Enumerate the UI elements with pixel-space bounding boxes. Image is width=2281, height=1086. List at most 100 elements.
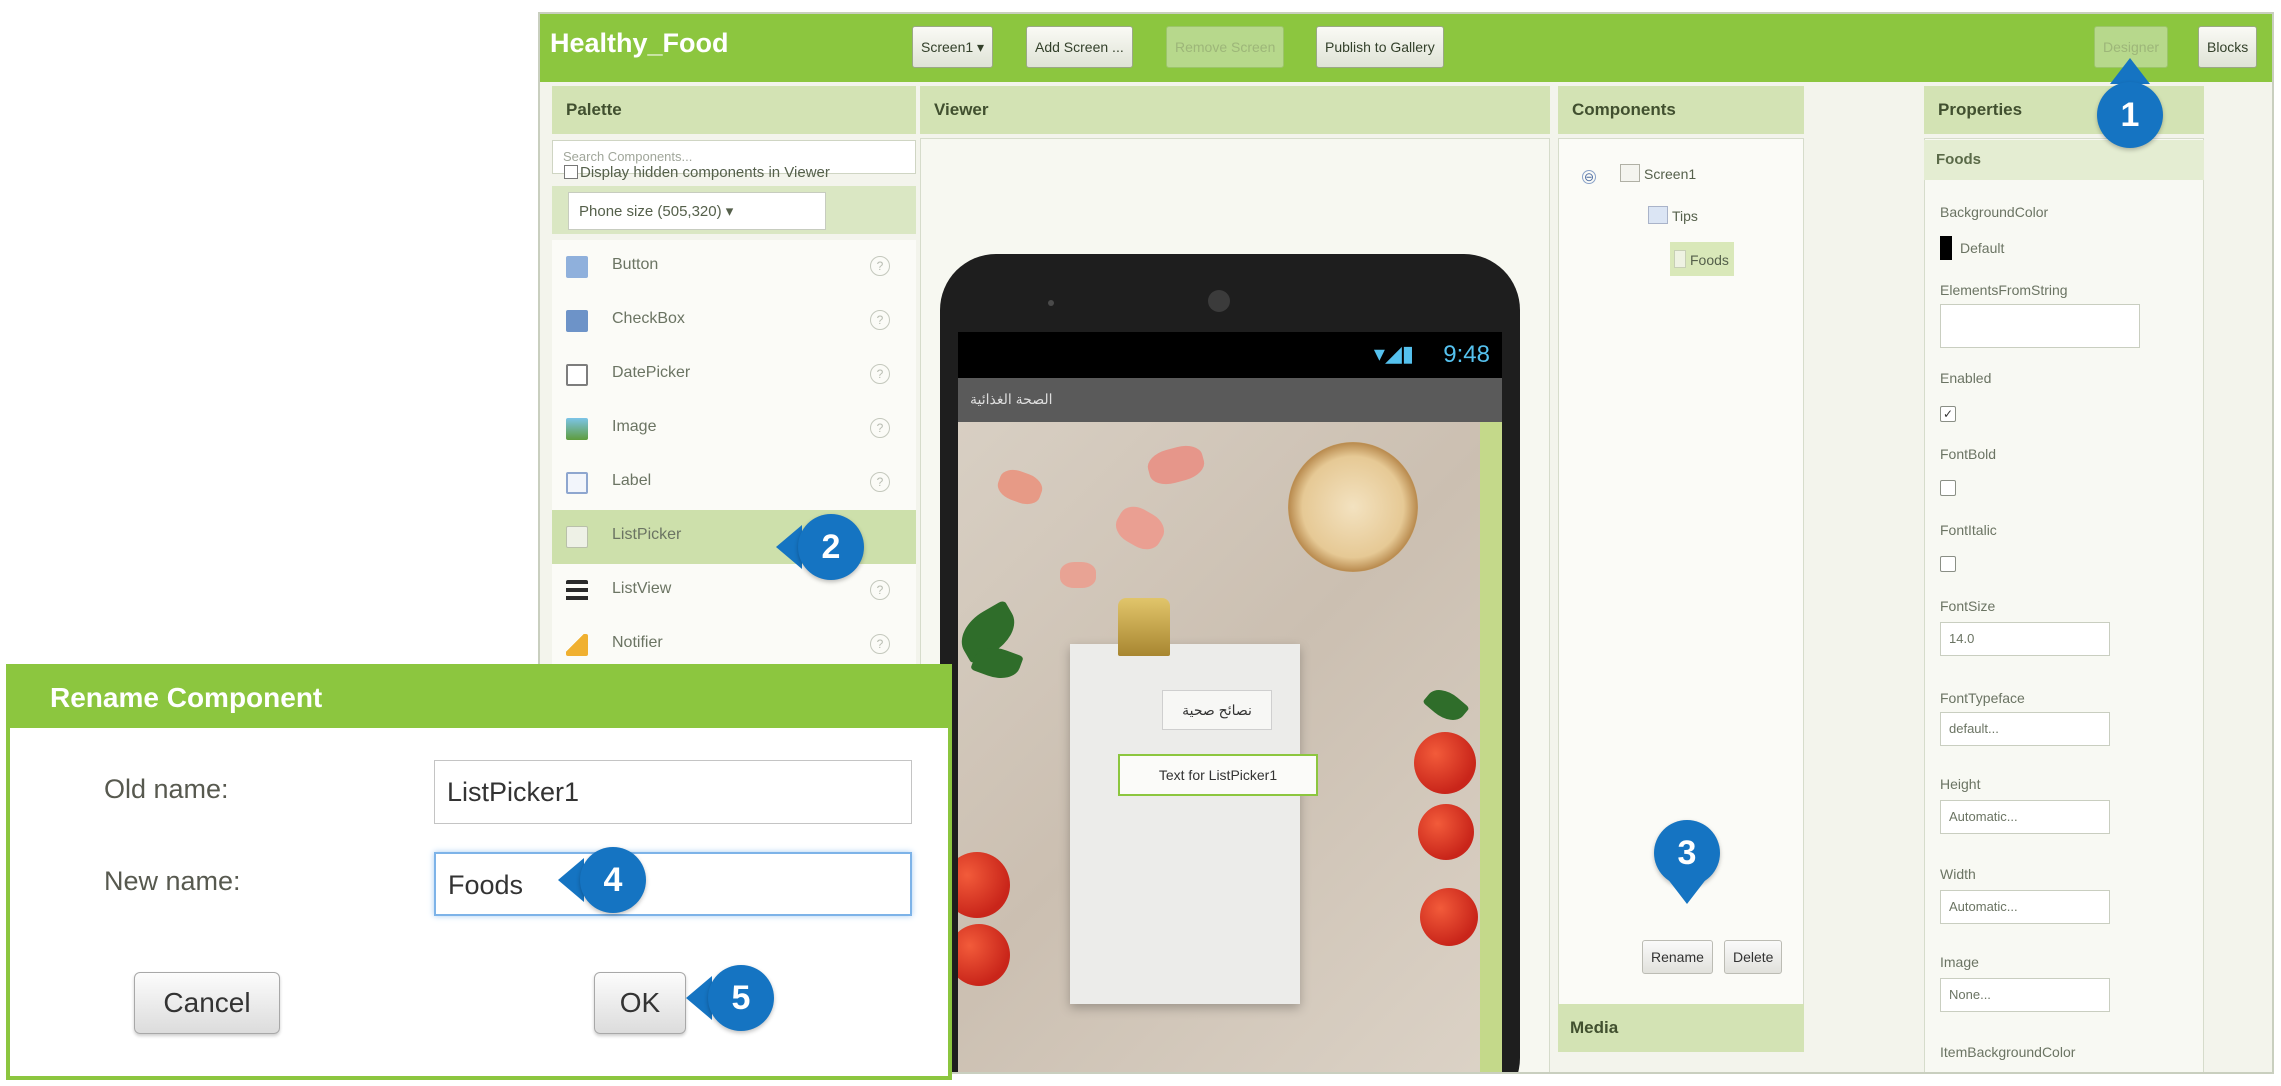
rename-button[interactable]: Rename xyxy=(1642,940,1713,974)
ok-button[interactable]: OK xyxy=(594,972,686,1034)
palette-item-label: DatePicker xyxy=(612,364,691,381)
palette-item-label: Image xyxy=(612,418,657,435)
tree-node-label: Foods xyxy=(1690,252,1729,268)
tree-node-tips[interactable]: Tips xyxy=(1648,206,1698,224)
shallot-piece-image xyxy=(994,465,1046,509)
palette-list: Button ? CheckBox ? DatePicker ? Image ?… xyxy=(552,240,916,700)
callout-2: 2 xyxy=(798,514,864,580)
remove-screen-button[interactable]: Remove Screen xyxy=(1166,26,1285,68)
clipboard-clip-image xyxy=(1118,598,1170,656)
cancel-button[interactable]: Cancel xyxy=(134,972,280,1034)
fontsize-field[interactable]: 14.0 xyxy=(1940,622,2110,656)
speaker-icon xyxy=(1208,290,1230,312)
prop-label: Enabled xyxy=(1940,370,1992,386)
phone-preview: ▾◢▮ 9:48 الصحة الغذائية نصائح صحية Text … xyxy=(940,254,1520,1072)
image-icon xyxy=(566,418,588,440)
display-hidden-checkbox[interactable]: Display hidden components in Viewer xyxy=(564,164,830,181)
new-name-field[interactable]: Foods xyxy=(434,852,912,916)
palette-item-listview[interactable]: ListView ? xyxy=(552,564,916,618)
help-icon[interactable]: ? xyxy=(870,364,890,384)
notifier-icon xyxy=(566,634,588,656)
help-icon[interactable]: ? xyxy=(870,634,890,654)
prop-label: FontSize xyxy=(1940,598,1996,614)
height-field[interactable]: Automatic... xyxy=(1940,800,2110,834)
collapse-toggle-icon[interactable]: ⊖ xyxy=(1582,170,1596,184)
help-icon[interactable]: ? xyxy=(870,310,890,330)
display-hidden-label: Display hidden components in Viewer xyxy=(580,164,830,181)
palette-item-label[interactable]: Label ? xyxy=(552,456,916,510)
callout-pointer xyxy=(2110,58,2150,84)
viewer-header: Viewer xyxy=(920,86,1550,134)
prop-value[interactable]: Default xyxy=(1960,240,2004,256)
enabled-checkbox[interactable]: ✓ xyxy=(1940,406,1956,422)
add-screen-button[interactable]: Add Screen ... xyxy=(1026,26,1133,68)
screen-select-button[interactable]: Screen1 ▾ xyxy=(912,26,994,68)
fontitalic-checkbox[interactable] xyxy=(1940,556,1956,572)
palette-item-label: CheckBox xyxy=(612,310,685,327)
width-field[interactable]: Automatic... xyxy=(1940,890,2110,924)
palette-item-button[interactable]: Button ? xyxy=(552,240,916,294)
tree-node-label: Tips xyxy=(1672,208,1698,224)
phone-screen-background: نصائح صحية Text for ListPicker1 xyxy=(958,422,1502,1072)
prop-label: FontBold xyxy=(1940,446,1997,462)
palette-header: Palette xyxy=(552,86,916,134)
tomato-image xyxy=(958,852,1010,918)
prop-label: Width xyxy=(1940,866,1976,882)
tomato-image xyxy=(1418,804,1474,860)
prop-label: FontTypeface xyxy=(1940,690,2025,706)
listpicker-preview-button[interactable]: Text for ListPicker1 xyxy=(1118,754,1318,796)
checkbox-box[interactable] xyxy=(564,165,578,179)
palette-item-checkbox[interactable]: CheckBox ? xyxy=(552,294,916,348)
media-header: Media xyxy=(1558,1004,1804,1052)
signal-battery-icon: ▾◢▮ xyxy=(1373,341,1414,366)
old-name-label: Old name: xyxy=(104,774,229,804)
tomato-image xyxy=(1414,732,1476,794)
help-icon[interactable]: ? xyxy=(870,256,890,276)
fonttypeface-field[interactable]: default... xyxy=(1940,712,2110,746)
palette-item-label-text: Label xyxy=(612,472,652,489)
prop-label: ItemBackgroundColor xyxy=(1940,1044,2076,1060)
scroll-strip xyxy=(1480,422,1502,1072)
palette-item-label: Notifier xyxy=(612,634,663,651)
delete-button[interactable]: Delete xyxy=(1724,940,1783,974)
garlic-bulb-image xyxy=(1288,442,1418,572)
label-icon xyxy=(566,472,588,494)
prop-label: Height xyxy=(1940,776,1981,792)
button-icon xyxy=(566,256,588,278)
selected-component-name: Foods xyxy=(1924,140,2204,180)
button-icon xyxy=(1648,206,1668,224)
help-icon[interactable]: ? xyxy=(870,472,890,492)
palette-item-label: Button xyxy=(612,256,659,273)
palette-item-label: ListPicker xyxy=(612,526,682,543)
phone-app-bar: الصحة الغذائية xyxy=(958,378,1502,422)
publish-gallery-button[interactable]: Publish to Gallery xyxy=(1316,26,1444,68)
camera-icon xyxy=(1048,300,1054,306)
prop-label: BackgroundColor xyxy=(1940,204,2049,220)
shallot-piece-image xyxy=(1144,441,1208,489)
elements-from-string-field[interactable] xyxy=(1940,304,2140,348)
image-field[interactable]: None... xyxy=(1940,978,2110,1012)
help-icon[interactable]: ? xyxy=(870,418,890,438)
tree-node-screen1[interactable]: Screen1 xyxy=(1620,164,1696,182)
palette-item-datepicker[interactable]: DatePicker ? xyxy=(552,348,916,402)
tips-button[interactable]: نصائح صحية xyxy=(1162,690,1272,730)
old-name-field[interactable]: ListPicker1 xyxy=(434,760,912,824)
color-swatch[interactable] xyxy=(1940,236,1952,260)
dialog-title: Rename Component xyxy=(10,668,948,728)
phone-size-select[interactable]: Phone size (505,320) ▾ xyxy=(568,192,826,230)
tutorial-figure: Healthy_Food Screen1 ▾ Add Screen ... Re… xyxy=(0,0,2281,1086)
tree-node-foods[interactable]: Foods xyxy=(1670,242,1734,276)
callout-5: 5 xyxy=(708,965,774,1031)
callout-pointer xyxy=(1667,878,1707,904)
prop-label: ElementsFromString xyxy=(1940,282,2068,298)
palette-item-image[interactable]: Image ? xyxy=(552,402,916,456)
shallot-piece-image xyxy=(1060,562,1096,588)
app-bar-title: الصحة الغذائية xyxy=(970,391,1053,407)
project-title: Healthy_Food xyxy=(550,28,729,58)
fontbold-checkbox[interactable] xyxy=(1940,480,1956,496)
blocks-button[interactable]: Blocks xyxy=(2198,26,2258,68)
help-icon[interactable]: ? xyxy=(870,580,890,600)
phone-status-bar: ▾◢▮ 9:48 xyxy=(958,332,1502,378)
rename-component-dialog: Rename Component Old name: ListPicker1 N… xyxy=(6,664,952,1080)
components-header: Components xyxy=(1558,86,1804,134)
